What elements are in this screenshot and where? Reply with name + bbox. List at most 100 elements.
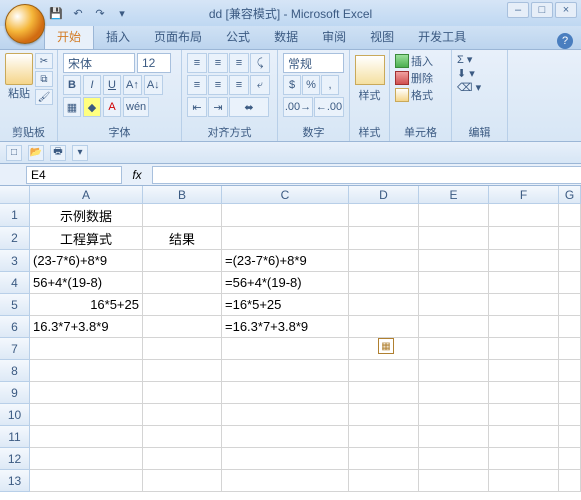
- cell-C12[interactable]: [222, 448, 349, 470]
- col-header[interactable]: A: [30, 186, 143, 204]
- col-header[interactable]: E: [419, 186, 489, 204]
- cell-G3[interactable]: [559, 250, 581, 272]
- row-header[interactable]: 1: [0, 204, 30, 227]
- cell-G6[interactable]: [559, 316, 581, 338]
- fx-icon[interactable]: fx: [128, 168, 146, 182]
- align-middle-button[interactable]: ≡: [208, 53, 228, 73]
- phonetic-button[interactable]: wén: [123, 97, 149, 117]
- cell-G10[interactable]: [559, 404, 581, 426]
- cell-C3[interactable]: =(23-7*6)+8*9: [222, 250, 349, 272]
- number-format-select[interactable]: 常规: [283, 53, 344, 73]
- fill-color-button[interactable]: ◆: [83, 97, 101, 117]
- cell-D13[interactable]: [349, 470, 419, 492]
- toolbar-dropdown-icon[interactable]: ▾: [72, 145, 88, 161]
- cell-F8[interactable]: [489, 360, 559, 382]
- insert-button[interactable]: 插入: [395, 53, 446, 69]
- cell-A6[interactable]: 16.3*7+3.8*9: [30, 316, 143, 338]
- cell-E5[interactable]: [419, 294, 489, 316]
- cell-C5[interactable]: =16*5+25: [222, 294, 349, 316]
- clear-button[interactable]: ⌫ ▾: [457, 81, 502, 94]
- row-header[interactable]: 3: [0, 250, 30, 272]
- format-button[interactable]: 格式: [395, 87, 446, 103]
- cell-C4[interactable]: =56+4*(19-8): [222, 272, 349, 294]
- cell-E4[interactable]: [419, 272, 489, 294]
- delete-button[interactable]: 删除: [395, 70, 446, 86]
- cell-F9[interactable]: [489, 382, 559, 404]
- font-color-button[interactable]: A: [103, 97, 121, 117]
- cell-B7[interactable]: [143, 338, 222, 360]
- shrink-font-button[interactable]: A↓: [144, 75, 163, 95]
- decrease-decimal-button[interactable]: ←.00: [314, 97, 344, 117]
- paste-button[interactable]: 粘贴: [5, 53, 33, 105]
- cell-C8[interactable]: [222, 360, 349, 382]
- cell-A12[interactable]: [30, 448, 143, 470]
- underline-button[interactable]: U: [103, 75, 121, 95]
- cell-E1[interactable]: [419, 204, 489, 227]
- col-header[interactable]: C: [222, 186, 349, 204]
- cell-A4[interactable]: 56+4*(19-8): [30, 272, 143, 294]
- cell-E2[interactable]: [419, 227, 489, 250]
- col-header[interactable]: F: [489, 186, 559, 204]
- cell-D9[interactable]: [349, 382, 419, 404]
- row-header[interactable]: 12: [0, 448, 30, 470]
- wrap-text-button[interactable]: ⤶: [250, 75, 270, 95]
- cell-F3[interactable]: [489, 250, 559, 272]
- align-left-button[interactable]: ≡: [187, 75, 207, 95]
- cell-F10[interactable]: [489, 404, 559, 426]
- cell-C7[interactable]: [222, 338, 349, 360]
- cell-C9[interactable]: [222, 382, 349, 404]
- cell-E8[interactable]: [419, 360, 489, 382]
- cell-D2[interactable]: [349, 227, 419, 250]
- cell-F1[interactable]: [489, 204, 559, 227]
- tab-developer[interactable]: 开发工具: [406, 24, 478, 49]
- cell-A8[interactable]: [30, 360, 143, 382]
- cell-A3[interactable]: (23-7*6)+8*9: [30, 250, 143, 272]
- cell-B12[interactable]: [143, 448, 222, 470]
- fill-button[interactable]: ⬇ ▾: [457, 67, 502, 80]
- cell-C1[interactable]: [222, 204, 349, 227]
- cell-B1[interactable]: [143, 204, 222, 227]
- new-icon[interactable]: □: [6, 145, 22, 161]
- office-button[interactable]: [5, 4, 45, 44]
- row-header[interactable]: 6: [0, 316, 30, 338]
- col-header[interactable]: G: [559, 186, 581, 204]
- increase-decimal-button[interactable]: .00→: [283, 97, 313, 117]
- cell-B11[interactable]: [143, 426, 222, 448]
- cell-B10[interactable]: [143, 404, 222, 426]
- tab-page-layout[interactable]: 页面布局: [142, 24, 214, 49]
- row-header[interactable]: 2: [0, 227, 30, 250]
- row-header[interactable]: 9: [0, 382, 30, 404]
- tab-review[interactable]: 审阅: [310, 24, 358, 49]
- border-button[interactable]: ▦: [63, 97, 81, 117]
- cell-A2[interactable]: 工程算式: [30, 227, 143, 250]
- merge-button[interactable]: ⬌: [229, 97, 269, 117]
- undo-icon[interactable]: ↶: [70, 5, 86, 21]
- cell-D10[interactable]: [349, 404, 419, 426]
- cell-A9[interactable]: [30, 382, 143, 404]
- cell-C11[interactable]: [222, 426, 349, 448]
- cell-E11[interactable]: [419, 426, 489, 448]
- cell-G13[interactable]: [559, 470, 581, 492]
- cell-F12[interactable]: [489, 448, 559, 470]
- cell-D8[interactable]: [349, 360, 419, 382]
- autosum-button[interactable]: Σ ▾: [457, 53, 502, 66]
- row-header[interactable]: 5: [0, 294, 30, 316]
- cell-B6[interactable]: [143, 316, 222, 338]
- name-box[interactable]: E4: [26, 166, 122, 184]
- cell-C6[interactable]: =16.3*7+3.8*9: [222, 316, 349, 338]
- tab-view[interactable]: 视图: [358, 24, 406, 49]
- cell-G5[interactable]: [559, 294, 581, 316]
- styles-icon[interactable]: [355, 55, 385, 85]
- cell-C13[interactable]: [222, 470, 349, 492]
- cell-A11[interactable]: [30, 426, 143, 448]
- cell-D5[interactable]: [349, 294, 419, 316]
- cell-G8[interactable]: [559, 360, 581, 382]
- cell-E3[interactable]: [419, 250, 489, 272]
- cell-B13[interactable]: [143, 470, 222, 492]
- cell-A13[interactable]: [30, 470, 143, 492]
- row-header[interactable]: 13: [0, 470, 30, 492]
- comma-button[interactable]: ,: [321, 75, 339, 95]
- row-header[interactable]: 8: [0, 360, 30, 382]
- help-icon[interactable]: ?: [557, 33, 573, 49]
- redo-icon[interactable]: ↷: [92, 5, 108, 21]
